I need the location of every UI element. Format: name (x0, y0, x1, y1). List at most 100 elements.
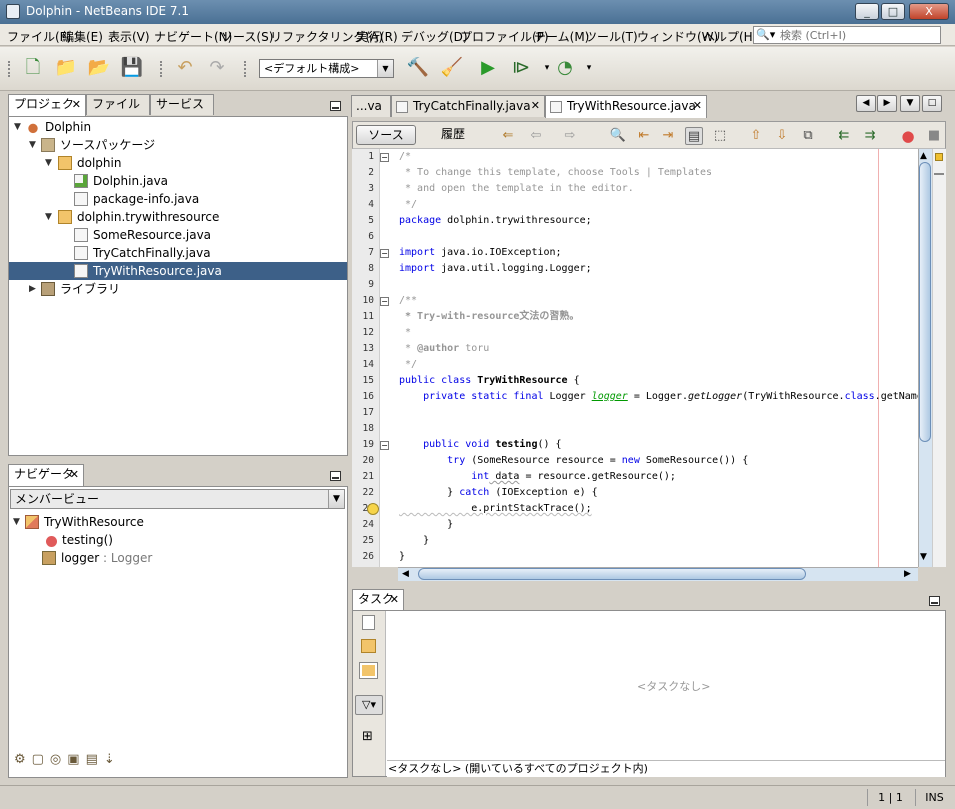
fold-icon[interactable]: − (380, 297, 389, 306)
profile-dropdown-icon[interactable]: ▾ (576, 55, 602, 81)
clean-build-icon[interactable]: 🧹 (439, 55, 465, 81)
chevron-down-icon[interactable]: ▼ (328, 490, 344, 508)
navigator-member[interactable]: testing() (46, 531, 113, 549)
minimize-panel-icon[interactable] (929, 596, 940, 606)
error-stripe-mark[interactable] (934, 173, 944, 175)
warning-status-icon[interactable] (935, 153, 943, 161)
forward-icon[interactable]: ⇨ (561, 127, 579, 145)
expand-icon[interactable]: ▼ (29, 140, 36, 150)
last-edit-icon[interactable]: ⇐ (499, 127, 517, 145)
scroll-right-icon[interactable]: ▶ (904, 569, 911, 579)
navigator-view-select[interactable]: メンバービュー ▼ (10, 489, 345, 509)
redo-icon[interactable]: ↷ (204, 55, 230, 81)
toolbar-grip[interactable] (160, 61, 164, 77)
toggle-highlight-icon[interactable]: ▤ (685, 127, 703, 145)
tree-item-package[interactable]: dolphin (58, 154, 121, 172)
tree-item-file[interactable]: package-info.java (74, 190, 199, 208)
navigator-filter-toolbar[interactable]: ⚙▢◎▣▤⇣ (14, 752, 164, 770)
minimize-panel-icon[interactable] (330, 101, 341, 111)
show-opened-documents-icon[interactable]: ▼ (900, 95, 920, 112)
insert-mode[interactable]: INS (915, 789, 953, 806)
debug-icon[interactable]: ⧐ (508, 55, 534, 81)
configuration-select[interactable]: <デフォルト構成> ▼ (259, 59, 394, 78)
scroll-up-icon[interactable]: ▲ (920, 151, 927, 161)
tree-item-file[interactable]: SomeResource.java (74, 226, 211, 244)
find-icon[interactable]: 🔍 (609, 127, 627, 145)
minimize-button[interactable]: _ (855, 3, 879, 20)
tab-projects[interactable]: プロジェクト✕ (8, 94, 86, 130)
shift-right-icon[interactable]: ⇉ (861, 127, 879, 145)
start-macro-icon[interactable]: ● (899, 127, 917, 145)
current-file-scope-icon[interactable] (362, 615, 375, 630)
tab-source[interactable]: ソース (356, 125, 416, 145)
expand-icon[interactable]: ▼ (13, 517, 20, 527)
fold-icon[interactable]: − (380, 441, 389, 450)
collapse-icon[interactable]: ▶ (29, 284, 36, 294)
menu-source[interactable]: ソース(S) (221, 28, 273, 45)
tab-tasks[interactable]: タスク ✕ (352, 589, 404, 611)
tab-file[interactable]: TryCatchFinally.java ✕ (391, 95, 545, 117)
build-hammer-icon[interactable]: 🔨 (405, 55, 431, 81)
run-icon[interactable]: ▶ (475, 55, 501, 81)
tree-item-source-packages[interactable]: ソースパッケージ (41, 136, 155, 154)
all-projects-scope-icon[interactable] (359, 662, 378, 679)
tab-navigator[interactable]: ナビゲータ ✕ (8, 464, 84, 486)
maximize-button[interactable]: □ (881, 3, 905, 20)
scroll-tabs-right-icon[interactable]: ▶ (877, 95, 897, 112)
tab-history[interactable]: 履歴 (423, 125, 483, 145)
chevron-down-icon[interactable]: ▼ (377, 60, 393, 77)
navigator-class[interactable]: TryWithResource (25, 513, 144, 531)
expand-icon[interactable]: ▼ (14, 122, 21, 132)
maximize-window-icon[interactable]: □ (922, 95, 942, 112)
close-icon[interactable]: ✕ (70, 465, 79, 484)
search-icon[interactable]: 🔍▾ (756, 28, 778, 42)
tree-item-file-selected[interactable]: TryWithResource.java (9, 262, 347, 280)
tree-item-file[interactable]: Dolphin.java (74, 172, 168, 190)
tree-item-file[interactable]: TryCatchFinally.java (74, 244, 211, 262)
horizontal-scroll-thumb[interactable] (418, 568, 806, 580)
group-by-icon[interactable]: ⊞ (362, 729, 373, 744)
tab-file[interactable]: ...va (351, 95, 391, 117)
main-project-scope-icon[interactable] (361, 639, 376, 653)
tree-item-project[interactable]: Dolphin (26, 118, 91, 136)
close-icon[interactable]: ✕ (531, 96, 540, 116)
fold-icon[interactable]: − (380, 249, 389, 258)
minimize-panel-icon[interactable] (330, 471, 341, 481)
error-stripe[interactable] (932, 149, 946, 567)
expand-icon[interactable]: ▼ (45, 212, 52, 222)
menu-run[interactable]: 実行(R) (356, 28, 398, 45)
menu-team[interactable]: チーム(M) (534, 28, 589, 45)
tab-files[interactable]: ファイル (86, 94, 150, 115)
search-input[interactable] (780, 27, 938, 43)
navigator-member[interactable]: logger : Logger (42, 549, 152, 567)
vertical-scroll-thumb[interactable] (919, 162, 931, 442)
hint-bulb-icon[interactable] (367, 503, 379, 515)
tree-item-libraries[interactable]: ライブラリ (41, 280, 120, 298)
scroll-down-icon[interactable]: ▼ (920, 552, 927, 562)
menu-view[interactable]: 表示(V) (108, 28, 150, 45)
toolbar-grip[interactable] (244, 61, 248, 77)
profile-icon[interactable]: ◔ (552, 55, 578, 81)
undo-icon[interactable]: ↶ (172, 55, 198, 81)
open-project-icon[interactable]: 📂 (86, 55, 112, 81)
find-next-icon[interactable]: ⇥ (659, 127, 677, 145)
tab-services[interactable]: サービス (150, 94, 214, 115)
quick-search[interactable]: 🔍▾ (753, 26, 941, 44)
filter-icon[interactable]: ▽▾ (355, 695, 383, 715)
scroll-left-icon[interactable]: ◀ (402, 569, 409, 579)
expand-icon[interactable]: ▼ (45, 158, 52, 168)
toolbar-grip[interactable] (8, 61, 12, 77)
new-project-icon[interactable]: 📁 (53, 55, 79, 81)
save-all-icon[interactable]: 💾 (119, 55, 145, 81)
menu-tools[interactable]: ツール(T) (585, 28, 638, 45)
tab-file-active[interactable]: TryWithResource.java ✕ (545, 95, 707, 118)
stop-macro-icon[interactable]: ■ (925, 127, 943, 145)
tree-item-package[interactable]: dolphin.trywithresource (58, 208, 219, 226)
toggle-rect-selection-icon[interactable]: ⬚ (711, 127, 729, 145)
shift-left-icon[interactable]: ⇇ (835, 127, 853, 145)
previous-bookmark-icon[interactable]: ⇧ (747, 127, 765, 145)
toggle-bookmark-icon[interactable]: ⧉ (799, 127, 817, 145)
close-icon[interactable]: ✕ (390, 590, 399, 609)
scroll-tabs-left-icon[interactable]: ◀ (856, 95, 876, 112)
back-icon[interactable]: ⇦ (527, 127, 545, 145)
